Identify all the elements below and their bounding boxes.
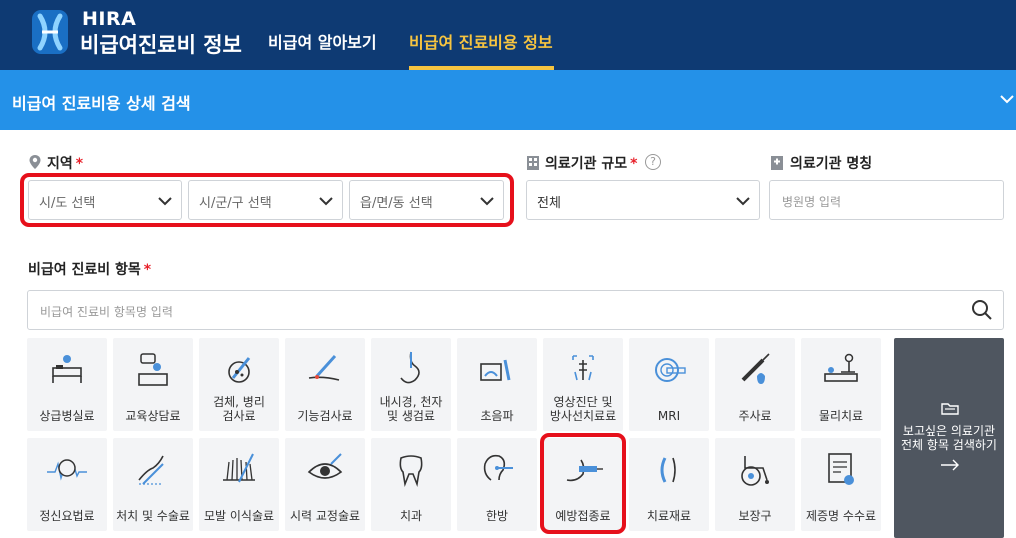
hira-logo-icon[interactable] — [30, 8, 70, 56]
brain-wave-icon — [47, 459, 87, 481]
mri-scanner-icon — [655, 358, 686, 382]
hair-transplant-icon — [223, 453, 255, 483]
region-highlight-box — [20, 173, 514, 227]
counseling-desk-icon — [138, 353, 168, 386]
folder-icon — [941, 403, 959, 415]
category-label: 모발 이식술료 — [203, 509, 275, 523]
all-items-label: 보고싶은 의료기관 전체 항목 검색하기 — [901, 424, 997, 452]
item-search-placeholder: 비급여 진료비 항목명 입력 — [40, 305, 173, 319]
eye-laser-icon — [307, 453, 343, 479]
help-icon[interactable]: ? — [645, 154, 661, 170]
category-label: 치과 — [399, 509, 423, 523]
arm-test-icon — [308, 354, 340, 381]
chevron-down-icon — [736, 197, 750, 206]
wheelchair-icon — [741, 456, 769, 486]
ultrasound-icon — [480, 359, 511, 381]
chevron-down-icon[interactable] — [998, 90, 1016, 108]
category-label: 보장구 — [738, 509, 772, 523]
category-tile-counseling[interactable]: 교육상담료 — [113, 338, 193, 431]
hospital-icon — [771, 156, 783, 170]
region-label: 지역 * — [47, 156, 84, 172]
category-label: 치료재료 — [646, 509, 692, 523]
category-tile-psychotherapy[interactable]: 정신요법료 — [27, 438, 107, 531]
tooth-icon — [399, 455, 423, 487]
search-icon[interactable] — [971, 299, 993, 321]
category-tile-ultrasound[interactable]: 초음파 — [457, 338, 537, 431]
item-label: 비급여 진료비 항목 * — [28, 262, 152, 278]
category-tile-injection[interactable]: 주사료 — [715, 338, 795, 431]
category-label: 상급병실료 — [39, 409, 95, 423]
category-label: 시력 교정술료 — [289, 509, 361, 523]
category-label: 내시경, 천자 및 생검료 — [379, 395, 443, 423]
hospital-name-label: 의료기관 명칭 — [790, 156, 873, 172]
arrow-right-icon — [941, 459, 959, 471]
category-tile-function-test[interactable]: 기능검사료 — [285, 338, 365, 431]
category-tile-assistive[interactable]: 보장구 — [715, 438, 795, 531]
logo-title[interactable]: HIRA — [82, 8, 136, 30]
location-pin-icon — [29, 155, 41, 169]
category-label: 초음파 — [480, 409, 514, 423]
category-label: 교육상담료 — [125, 409, 181, 423]
category-tile-hair-transplant[interactable]: 모발 이식술료 — [199, 438, 279, 531]
scale-select-text: 전체 — [537, 196, 561, 211]
search-panel-header[interactable]: 비급여 진료비용 상세 검색 — [0, 70, 1016, 130]
hospital-name-input[interactable]: 병원명 입력 — [769, 180, 1004, 220]
category-tile-radiology[interactable]: 영상진단 및 방사선치료료 — [543, 338, 623, 431]
category-label: 기능검사료 — [297, 409, 353, 423]
microscope-icon — [228, 357, 251, 383]
vaccination-highlight-box — [540, 433, 626, 534]
physical-therapy-icon — [824, 353, 858, 382]
category-label: 처치 및 수술료 — [116, 509, 190, 523]
category-label: 물리치료 — [818, 409, 864, 423]
category-tile-room-fee[interactable]: 상급병실료 — [27, 338, 107, 431]
certificate-icon — [828, 453, 854, 485]
building-icon — [527, 156, 539, 170]
category-label: 제증명 수수료 — [805, 509, 877, 523]
category-tile-pathology[interactable]: 검체, 병리 검사료 — [199, 338, 279, 431]
lens-material-icon — [660, 457, 676, 483]
category-tile-certificate[interactable]: 제증명 수수료 — [801, 438, 881, 531]
category-tile-endoscopy[interactable]: 내시경, 천자 및 생검료 — [371, 338, 451, 431]
category-label: 정신요법료 — [39, 509, 95, 523]
search-panel-title: 비급여 진료비용 상세 검색 — [12, 94, 191, 113]
scale-select[interactable]: 전체 — [526, 180, 760, 220]
category-tile-materials[interactable]: 치료재료 — [629, 438, 709, 531]
category-label: 한방 — [485, 509, 509, 523]
category-tile-mri[interactable]: MRI — [629, 338, 709, 431]
category-label: 주사료 — [738, 409, 772, 423]
category-tile-surgery[interactable]: 처치 및 수술료 — [113, 438, 193, 531]
category-tile-physio[interactable]: 물리치료 — [801, 338, 881, 431]
ear-acupuncture-icon — [483, 454, 513, 481]
scalpel-hand-icon — [138, 455, 164, 485]
xray-icon — [572, 355, 594, 381]
logo-subtitle[interactable]: 비급여진료비 정보 — [80, 29, 242, 59]
nav-noncovered-cost-info[interactable]: 비급여 진료비용 정보 — [409, 29, 553, 53]
scale-label: 의료기관 규모 * — [545, 156, 638, 172]
category-tile-dental[interactable]: 치과 — [371, 438, 451, 531]
syringe-icon — [741, 353, 770, 384]
hospital-bed-icon — [52, 355, 82, 383]
stomach-endoscope-icon — [400, 351, 420, 384]
top-header: HIRA 비급여진료비 정보 비급여 알아보기 비급여 진료비용 정보 — [0, 0, 1016, 70]
category-tile-vision-correction[interactable]: 시력 교정술료 — [285, 438, 365, 531]
category-label: MRI — [657, 409, 681, 423]
category-label: 영상진단 및 방사선치료료 — [549, 395, 617, 423]
nav-noncovered-about[interactable]: 비급여 알아보기 — [268, 29, 377, 53]
category-tile-oriental-medicine[interactable]: 한방 — [457, 438, 537, 531]
all-items-search-tile[interactable]: 보고싶은 의료기관 전체 항목 검색하기 — [894, 338, 1004, 538]
hospital-name-placeholder: 병원명 입력 — [782, 195, 842, 209]
item-search-input[interactable]: 비급여 진료비 항목명 입력 — [27, 290, 1004, 330]
category-label: 검체, 병리 검사료 — [213, 395, 265, 423]
